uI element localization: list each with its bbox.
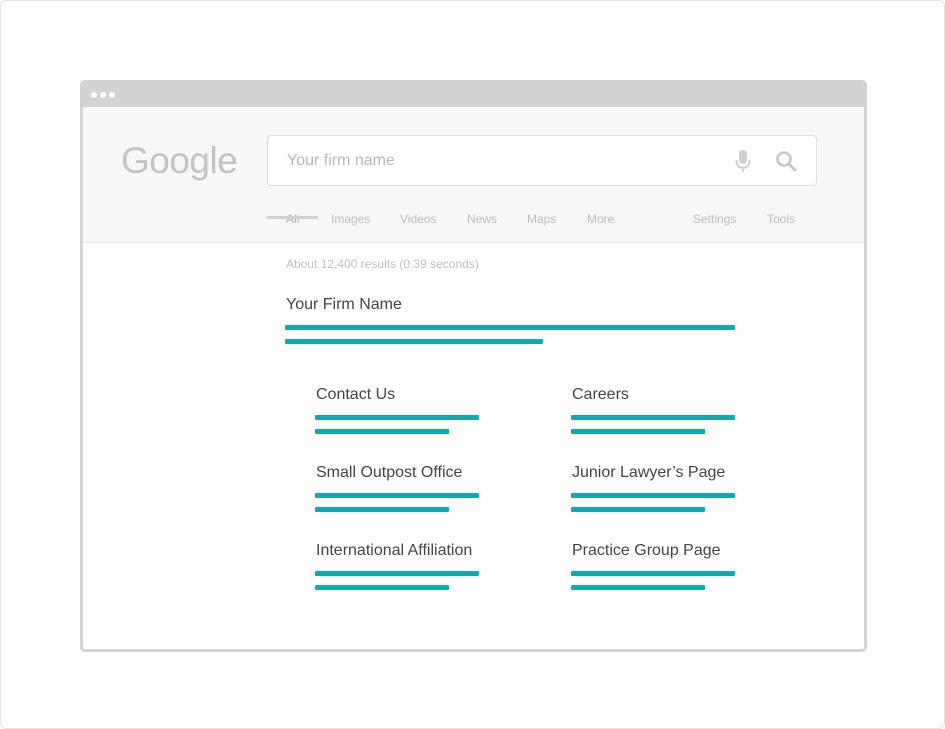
sitelink-practice-group-page[interactable]: Practice Group Page: [572, 542, 721, 560]
sitelink-snippet-line: [571, 585, 705, 590]
window-dot-icon: [100, 92, 106, 98]
search-tabs: All Images Videos News Maps More Setting…: [83, 211, 864, 243]
window-dot-icon: [109, 92, 115, 98]
tab-videos[interactable]: Videos: [400, 211, 436, 243]
google-logo[interactable]: Google: [121, 139, 238, 183]
sitelink-snippet-line: [571, 571, 735, 576]
sitelink-international-affiliation[interactable]: International Affiliation: [316, 542, 472, 560]
main-result-title[interactable]: Your Firm Name: [286, 296, 402, 314]
sitelink-snippet-line: [315, 507, 449, 512]
tab-more[interactable]: More: [587, 211, 614, 243]
sitelink-snippet-line: [571, 429, 705, 434]
sitelink-contact-us[interactable]: Contact Us: [316, 386, 395, 404]
sitelink-snippet-line: [315, 571, 479, 576]
tab-tools[interactable]: Tools: [767, 211, 795, 243]
main-result-snippet-line: [285, 339, 543, 344]
sitelink-snippet-line: [315, 429, 449, 434]
microphone-icon[interactable]: [734, 149, 752, 173]
sitelink-small-outpost-office[interactable]: Small Outpost Office: [316, 464, 462, 482]
sitelink-careers[interactable]: Careers: [572, 386, 629, 404]
browser-titlebar: [83, 83, 864, 107]
browser-window: Google All Images Videos News Maps: [80, 80, 867, 652]
sitelink-snippet-line: [571, 493, 735, 498]
sitelink-junior-lawyers-page[interactable]: Junior Lawyer’s Page: [572, 464, 725, 482]
search-box: [267, 135, 817, 186]
sitelink-snippet-line: [315, 415, 479, 420]
search-input[interactable]: [268, 136, 718, 185]
tab-images[interactable]: Images: [331, 211, 370, 243]
sitelink-snippet-line: [571, 415, 735, 420]
page-frame: Google All Images Videos News Maps: [0, 0, 945, 729]
search-header: Google All Images Videos News Maps: [83, 107, 864, 243]
tab-settings[interactable]: Settings: [693, 211, 736, 243]
main-result-snippet-line: [285, 325, 735, 330]
sitelink-snippet-line: [315, 585, 449, 590]
tab-maps[interactable]: Maps: [527, 211, 556, 243]
tab-news[interactable]: News: [467, 211, 497, 243]
sitelink-snippet-line: [315, 493, 479, 498]
active-tab-indicator: [267, 216, 318, 219]
sitelink-snippet-line: [571, 507, 705, 512]
magnifier-icon[interactable]: [775, 150, 797, 172]
window-dot-icon: [91, 92, 97, 98]
result-stats: About 12,400 results (0.39 seconds): [286, 257, 479, 271]
